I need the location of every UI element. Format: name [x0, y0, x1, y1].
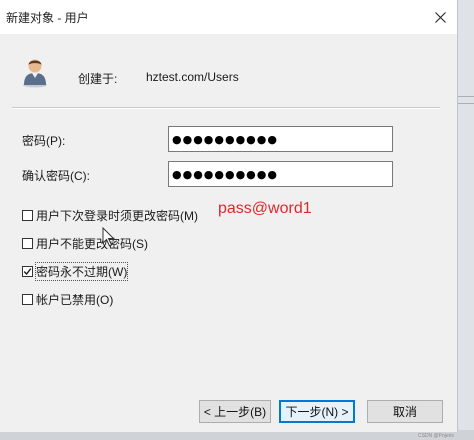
background-divider — [458, 96, 474, 97]
checkbox[interactable] — [22, 293, 33, 305]
back-button[interactable]: < 上一步(B) — [199, 400, 271, 423]
checkmark-icon — [23, 267, 32, 275]
next-button[interactable]: 下一步(N) > — [279, 400, 355, 423]
watermark: CSDN @Pojeris — [418, 433, 454, 439]
option-account-disabled[interactable]: 帐户已禁用(O) — [22, 291, 113, 307]
mouse-pointer-icon — [102, 227, 115, 247]
password-label: 密码(P): — [22, 134, 66, 148]
close-icon — [434, 11, 446, 23]
confirm-password-label: 确认密码(C): — [22, 169, 90, 183]
close-button[interactable] — [424, 4, 456, 30]
new-user-dialog: 新建对象 - 用户 创建于: hztest.com/Users 密码(P): ●… — [0, 0, 458, 432]
option-label: 密码永不过期(W) — [34, 261, 129, 281]
background-divider — [458, 103, 474, 104]
confirm-password-input[interactable]: ●●●●●●●●●● — [168, 161, 393, 187]
option-must-change-password[interactable]: 用户下次登录时须更改密码(M) — [22, 207, 198, 223]
separator-highlight — [12, 108, 440, 109]
user-icon — [23, 59, 47, 88]
option-label: 帐户已禁用(O) — [36, 292, 114, 307]
checkbox-checked[interactable] — [22, 265, 33, 277]
option-label: 用户不能更改密码(S) — [36, 236, 148, 251]
password-input[interactable]: ●●●●●●●●●● — [168, 126, 393, 152]
cancel-button[interactable]: 取消 — [367, 400, 443, 423]
window-title: 新建对象 - 用户 — [6, 11, 89, 25]
background-window-strip — [458, 0, 474, 440]
create-in-path: hztest.com/Users — [146, 70, 239, 84]
checkbox[interactable] — [22, 237, 33, 249]
password-annotation: pass@word1 — [218, 200, 312, 217]
create-in-label: 创建于: — [78, 72, 118, 86]
title-bar: 新建对象 - 用户 — [0, 0, 457, 34]
checkbox[interactable] — [22, 209, 33, 221]
option-label: 用户下次登录时须更改密码(M) — [36, 208, 198, 223]
option-password-never-expires[interactable]: 密码永不过期(W) — [22, 261, 129, 281]
option-cannot-change-password[interactable]: 用户不能更改密码(S) — [22, 235, 148, 251]
